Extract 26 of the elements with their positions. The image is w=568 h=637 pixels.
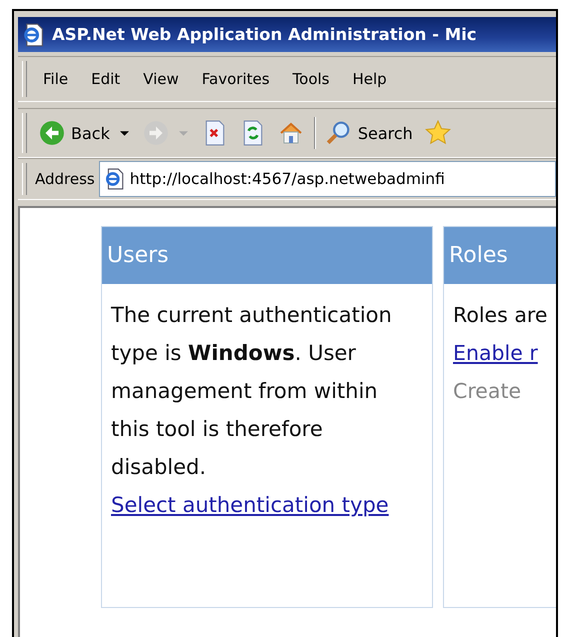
panel-text: The current authentication type is Windows. User management from within this tool is therefore disabled. — [111, 302, 393, 481]
menu-item[interactable]: View — [133, 66, 192, 92]
menu-item[interactable]: File — [33, 66, 82, 92]
dropdown-arrow-icon[interactable] — [120, 130, 129, 136]
window-title: ASP.Net Web Application Administration - Mic — [52, 25, 477, 44]
page-icon — [22, 22, 46, 46]
page-icon — [104, 168, 126, 190]
search-icon — [326, 120, 352, 146]
toolbar-grip[interactable] — [22, 163, 27, 195]
star-icon — [424, 120, 451, 146]
panel-header: Roles — [444, 227, 556, 284]
panel-header: Users — [102, 227, 432, 284]
panel-text: Roles are — [453, 302, 548, 329]
toolbar-grip[interactable] — [22, 113, 27, 153]
toolbar-grip[interactable] — [22, 61, 27, 97]
address-label: Address — [34, 170, 96, 188]
menu-item[interactable]: Help — [342, 66, 400, 92]
link[interactable]: Enable r — [453, 334, 538, 372]
house-icon — [278, 120, 304, 146]
menu-item[interactable]: Favorites — [192, 66, 283, 92]
link[interactable]: Select authentication type — [111, 486, 389, 524]
search-button[interactable]: Search — [320, 116, 419, 150]
menu-item[interactable]: Tools — [282, 66, 342, 92]
back-button[interactable]: Back — [33, 116, 116, 150]
menu-item[interactable]: Edit — [81, 66, 134, 92]
address-field[interactable]: http://localhost:4567/asp.netwebadminfi — [98, 161, 556, 197]
